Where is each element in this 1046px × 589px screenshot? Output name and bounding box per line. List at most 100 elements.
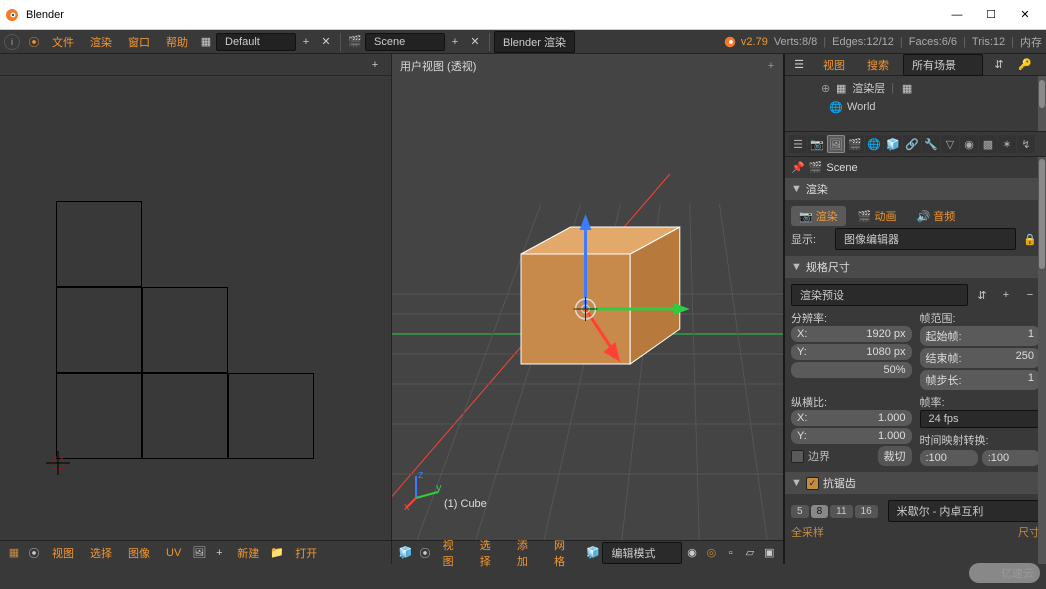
border-checkbox[interactable] <box>791 450 804 463</box>
maximize-button[interactable]: ☐ <box>974 4 1008 26</box>
audio-button[interactable]: 🔊 音频 <box>909 206 964 226</box>
editor-type-3d-icon[interactable]: 🧊 <box>397 544 414 562</box>
viewport-footer-expand-icon[interactable]: ⦿ <box>416 544 433 562</box>
uv-canvas[interactable] <box>0 76 391 540</box>
outliner-scrollbar[interactable] <box>1038 76 1046 131</box>
frame-start-field[interactable]: 起始帧:1 <box>920 326 1041 346</box>
preset-updown-icon[interactable]: ⇵ <box>973 286 991 304</box>
panel-aa-header[interactable]: ▼ 抗锯齿 <box>785 472 1046 494</box>
tab-texture-icon[interactable]: ▩ <box>979 135 997 153</box>
uv-menu-view[interactable]: 视图 <box>44 545 82 561</box>
res-x-field[interactable]: X:1920 px <box>791 326 912 342</box>
display-dropdown[interactable]: 图像编辑器 <box>835 228 1016 250</box>
tab-particles-icon[interactable]: ✶ <box>998 135 1016 153</box>
render-preset-dropdown[interactable]: 渲染预设 <box>791 284 968 306</box>
mode-icon[interactable]: 🧊 <box>584 544 601 562</box>
menu-help[interactable]: 帮助 <box>158 34 196 50</box>
aa-filter-dropdown[interactable]: 米歇尔 - 内卓互利 <box>888 500 1040 522</box>
tab-constraints-icon[interactable]: 🔗 <box>903 135 921 153</box>
outliner-updown-icon[interactable]: ⇵ <box>990 56 1008 74</box>
tab-header-icon[interactable]: ☰ <box>789 135 807 153</box>
tab-render-icon[interactable]: 📷 <box>808 135 826 153</box>
aa-checkbox[interactable] <box>806 477 819 490</box>
mode-dropdown[interactable]: 编辑模式 <box>602 542 682 564</box>
framerate-dropdown[interactable]: 24 fps <box>920 410 1041 428</box>
frame-end-field[interactable]: 结束帧:250 <box>920 348 1041 368</box>
scene-remove-icon[interactable]: ✕ <box>466 33 484 51</box>
uv-menu-image[interactable]: 图像 <box>120 545 158 561</box>
uv-menu-uv[interactable]: UV <box>158 547 189 559</box>
vp-menu-select[interactable]: 选择 <box>472 537 509 569</box>
res-pct-field[interactable]: 50% <box>791 362 912 378</box>
outliner-type-icon[interactable]: ☰ <box>790 56 808 74</box>
preset-add-icon[interactable]: + <box>997 286 1015 304</box>
remap-old-field[interactable]: :100 <box>920 450 978 466</box>
layout-remove-icon[interactable]: ✕ <box>317 33 335 51</box>
uv-footer-expand-icon[interactable]: ⦿ <box>25 544 43 562</box>
tab-scene-icon[interactable]: 🎬 <box>846 135 864 153</box>
expand-icon[interactable]: ⊕ <box>821 82 830 95</box>
tab-modifiers-icon[interactable]: 🔧 <box>922 135 940 153</box>
tab-world-icon[interactable]: 🌐 <box>865 135 883 153</box>
tab-renderlayers-icon[interactable]: 🖼 <box>827 135 845 153</box>
tree-row-renderlayers[interactable]: ⊕ ▦ 渲染层 | ▦ <box>785 78 1046 98</box>
layout-dropdown[interactable]: Default <box>216 33 296 51</box>
vp-menu-add[interactable]: 添加 <box>509 537 546 569</box>
res-y-field[interactable]: Y:1080 px <box>791 344 912 360</box>
layout-icon[interactable]: ▦ <box>197 33 215 51</box>
outliner-filter-dropdown[interactable]: 所有场景 <box>903 54 983 76</box>
uv-menu-select[interactable]: 选择 <box>82 545 120 561</box>
frame-step-field[interactable]: 帧步长:1 <box>920 370 1041 390</box>
outliner-tree[interactable]: ⊕ ▦ 渲染层 | ▦ 🌐 World <box>785 76 1046 132</box>
aspect-y-field[interactable]: Y:1.000 <box>791 428 912 444</box>
vp-menu-mesh[interactable]: 网格 <box>546 537 583 569</box>
outliner-menu-view[interactable]: 视图 <box>815 57 853 73</box>
new-plus-icon[interactable]: + <box>210 544 228 562</box>
selmode-edge-icon[interactable]: ▱ <box>741 544 758 562</box>
viewport-region-plus-icon[interactable]: + <box>763 58 779 74</box>
anim-button[interactable]: 🎬 动画 <box>850 206 905 226</box>
engine-dropdown[interactable]: Blender 渲染 <box>494 31 575 53</box>
aa-level-segment[interactable]: 5 8 11 16 <box>791 505 878 518</box>
tab-material-icon[interactable]: ◉ <box>960 135 978 153</box>
vp-menu-view[interactable]: 视图 <box>435 537 472 569</box>
tab-object-icon[interactable]: 🧊 <box>884 135 902 153</box>
image-icon[interactable]: 🖼 <box>190 544 208 562</box>
uv-new-button[interactable]: 新建 <box>229 545 267 561</box>
outliner-key-icon[interactable]: 🔑 <box>1016 56 1034 74</box>
selmode-face-icon[interactable]: ▣ <box>761 544 778 562</box>
crop-button[interactable]: 裁切 <box>878 446 912 466</box>
aa-11[interactable]: 11 <box>830 505 852 518</box>
uv-region-plus-icon[interactable]: + <box>366 56 384 74</box>
shading-sphere-icon[interactable]: ◉ <box>683 544 700 562</box>
menu-window[interactable]: 窗口 <box>120 34 158 50</box>
remap-new-field[interactable]: :100 <box>982 450 1040 466</box>
preset-remove-icon[interactable]: − <box>1021 286 1039 304</box>
aa-8[interactable]: 8 <box>811 505 829 518</box>
aa-5[interactable]: 5 <box>791 505 809 518</box>
viewport-canvas[interactable]: z y x (1) Cube <box>392 54 783 540</box>
scene-dropdown[interactable]: Scene <box>365 33 445 51</box>
render-button[interactable]: 📷 渲染 <box>791 206 846 226</box>
layout-add-icon[interactable]: + <box>297 33 315 51</box>
panel-render-header[interactable]: ▼渲染 <box>785 178 1046 200</box>
properties-scrollbar[interactable] <box>1038 157 1046 564</box>
tab-physics-icon[interactable]: ↯ <box>1017 135 1035 153</box>
tab-data-icon[interactable]: ▽ <box>941 135 959 153</box>
info-icon[interactable]: i <box>4 34 20 50</box>
aspect-x-field[interactable]: X:1.000 <box>791 410 912 426</box>
pin-icon[interactable]: 📌 <box>791 161 805 174</box>
menu-expand-icon[interactable]: ⦿ <box>25 33 43 51</box>
outliner-menu-search[interactable]: 搜索 <box>859 57 897 73</box>
close-button[interactable]: ✕ <box>1008 4 1042 26</box>
scene-add-icon[interactable]: + <box>446 33 464 51</box>
menu-file[interactable]: 文件 <box>44 34 82 50</box>
selmode-vert-icon[interactable]: ▫ <box>722 544 739 562</box>
uv-open-button[interactable]: 打开 <box>287 545 325 561</box>
pivot-icon[interactable]: ◎ <box>703 544 720 562</box>
folder-icon[interactable]: 📁 <box>268 544 286 562</box>
menu-render[interactable]: 渲染 <box>82 34 120 50</box>
lock-icon[interactable]: 🔒 <box>1021 230 1039 248</box>
uv-editor-type-icon[interactable]: ▦ <box>5 544 23 562</box>
tree-row-world[interactable]: 🌐 World <box>785 98 1046 116</box>
